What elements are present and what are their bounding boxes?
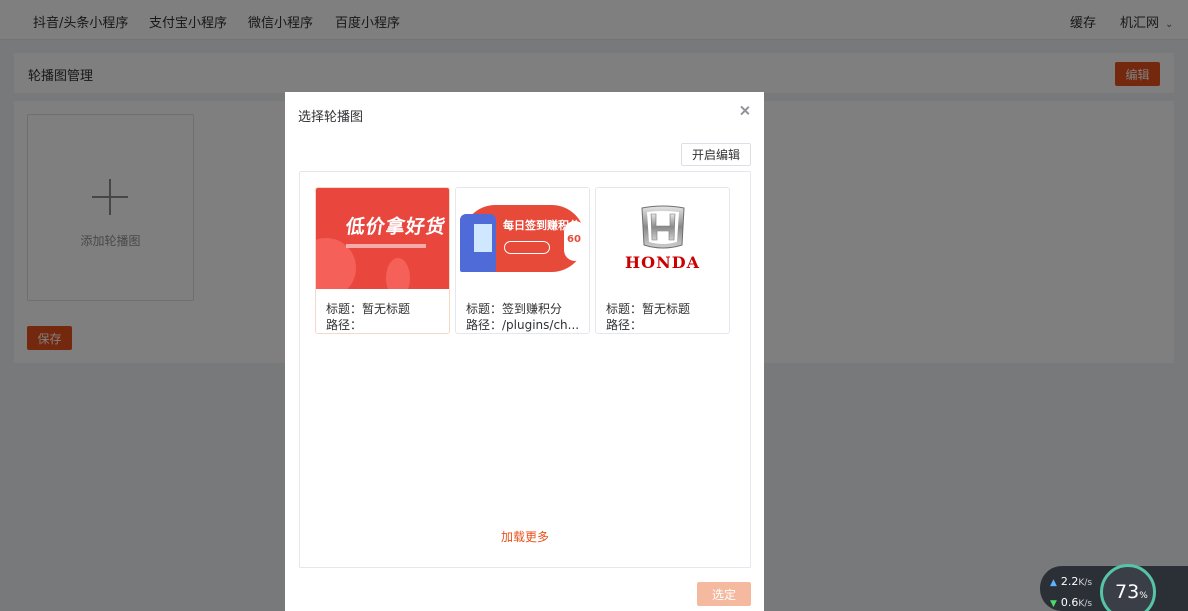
network-speed-widget[interactable]: ▲ 2.2K/s ▼ 0.6K/s 73% <box>1040 564 1188 611</box>
confirm-select-button[interactable]: 选定 <box>697 582 751 606</box>
banner-title: 标题：暂无标题 <box>606 302 691 316</box>
badge-circle: 60 <box>564 221 586 261</box>
banner-thumbnail: HONDA <box>596 188 729 289</box>
banner-title: 标题：暂无标题 <box>326 302 411 316</box>
banner-path: 路径： <box>606 318 643 332</box>
banner-image-text: HONDA <box>625 253 700 272</box>
banner-meta: 标题：暂无标题 路径： <box>326 301 444 333</box>
speed-unit: K/s <box>1078 599 1093 609</box>
banner-path: 路径：/plugins/ch... <box>466 318 580 332</box>
banner-image-text: 低价拿好货 <box>344 216 448 238</box>
upload-speed: ▲ 2.2K/s <box>1050 575 1092 588</box>
decor-line <box>346 244 426 248</box>
download-value: 0.6 <box>1060 596 1079 609</box>
gauge-percent: 73 <box>1115 581 1140 603</box>
gauge-value: 73% <box>1115 581 1148 603</box>
arrow-down-icon: ▼ <box>1050 599 1057 609</box>
banner-thumbnail: 每日签到赚积分 60 <box>456 188 589 289</box>
memory-gauge: 73% <box>1100 564 1156 611</box>
banner-meta: 标题：签到赚积分 路径：/plugins/ch... <box>466 301 584 333</box>
banner-card[interactable]: 低价拿好货 标题：暂无标题 路径： <box>315 187 450 334</box>
download-speed: ▼ 0.6K/s <box>1050 596 1092 609</box>
load-more-link[interactable]: 加载更多 <box>300 528 750 545</box>
banner-card[interactable]: HONDA 标题：暂无标题 路径： <box>595 187 730 334</box>
banner-thumbnail: 低价拿好货 <box>316 188 449 289</box>
gauge-percent-sign: % <box>1139 591 1148 601</box>
banner-path: 路径： <box>326 318 363 332</box>
banner-list: 低价拿好货 标题：暂无标题 路径： 每日签到赚积分 60 标题：签到赚积分 路径… <box>299 171 751 568</box>
select-banner-dialog: 选择轮播图 开启编辑 低价拿好货 标题：暂无标题 路径： 每日签到赚积分 60 … <box>285 92 764 611</box>
close-icon[interactable] <box>738 104 752 118</box>
banner-title: 标题：签到赚积分 <box>466 302 563 316</box>
upload-value: 2.2 <box>1060 575 1079 588</box>
banner-meta: 标题：暂无标题 路径： <box>606 301 724 333</box>
decor-shape <box>386 258 410 289</box>
arrow-up-icon: ▲ <box>1050 578 1057 588</box>
start-edit-button[interactable]: 开启编辑 <box>681 143 751 166</box>
banner-card[interactable]: 每日签到赚积分 60 标题：签到赚积分 路径：/plugins/ch... <box>455 187 590 334</box>
dialog-title: 选择轮播图 <box>298 110 364 125</box>
honda-logo-icon <box>641 205 685 249</box>
banner-badge-text: 60 <box>567 234 581 245</box>
decor-shape <box>474 224 492 252</box>
decor-shape <box>504 241 550 254</box>
speed-unit: K/s <box>1078 578 1093 588</box>
